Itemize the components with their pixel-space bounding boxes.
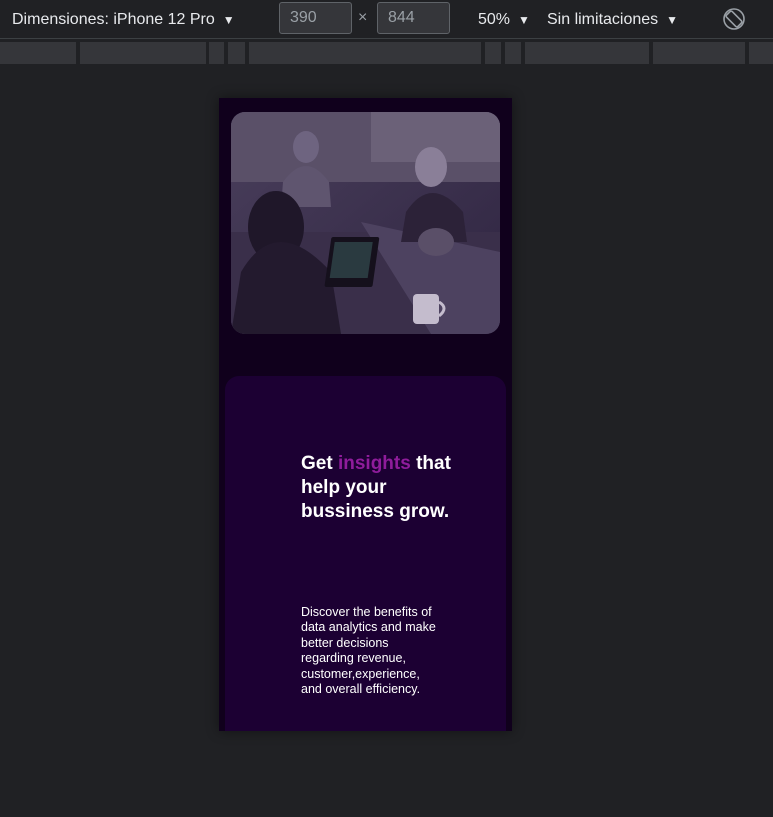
media-query-segment[interactable] <box>228 42 245 64</box>
throttling-label: Sin limitaciones <box>547 10 659 28</box>
zoom-label: 50% <box>478 10 511 28</box>
media-query-segment[interactable] <box>525 42 649 64</box>
rotate-icon[interactable] <box>722 7 746 31</box>
media-query-segment[interactable] <box>249 42 481 64</box>
times-symbol: × <box>358 9 368 26</box>
chevron-down-icon: ▼ <box>518 12 530 27</box>
chevron-down-icon: ▼ <box>222 12 235 27</box>
width-input[interactable]: 390 <box>279 2 352 34</box>
page-description: Discover the benefits of data analytics … <box>301 605 436 697</box>
media-query-segment[interactable] <box>485 42 501 64</box>
media-query-bar <box>0 40 773 66</box>
device-toolbar: Dimensiones: iPhone 12 Pro ▼ 390 × 844 5… <box>0 0 773 39</box>
page-headline: Get insights that help your bussiness gr… <box>301 452 451 524</box>
headline-prefix: Get <box>301 453 333 474</box>
device-dimensions-label: Dimensiones: iPhone 12 Pro <box>12 10 215 28</box>
media-query-segment[interactable] <box>209 42 224 64</box>
device-screen: Get insights that help your bussiness gr… <box>219 98 512 731</box>
media-query-segment[interactable] <box>505 42 521 64</box>
hero-image <box>231 112 500 334</box>
height-input[interactable]: 844 <box>377 2 450 34</box>
media-query-segment[interactable] <box>0 42 76 64</box>
headline-accent: insights <box>337 453 411 474</box>
media-query-segment[interactable] <box>749 42 773 64</box>
zoom-dropdown[interactable]: 50% ▼ <box>478 0 530 39</box>
throttling-dropdown[interactable]: Sin limitaciones ▼ <box>547 0 678 39</box>
chevron-down-icon: ▼ <box>666 12 679 27</box>
media-query-segment[interactable] <box>653 42 745 64</box>
device-dimensions-dropdown[interactable]: Dimensiones: iPhone 12 Pro ▼ <box>12 0 235 39</box>
media-query-segment[interactable] <box>80 42 206 64</box>
